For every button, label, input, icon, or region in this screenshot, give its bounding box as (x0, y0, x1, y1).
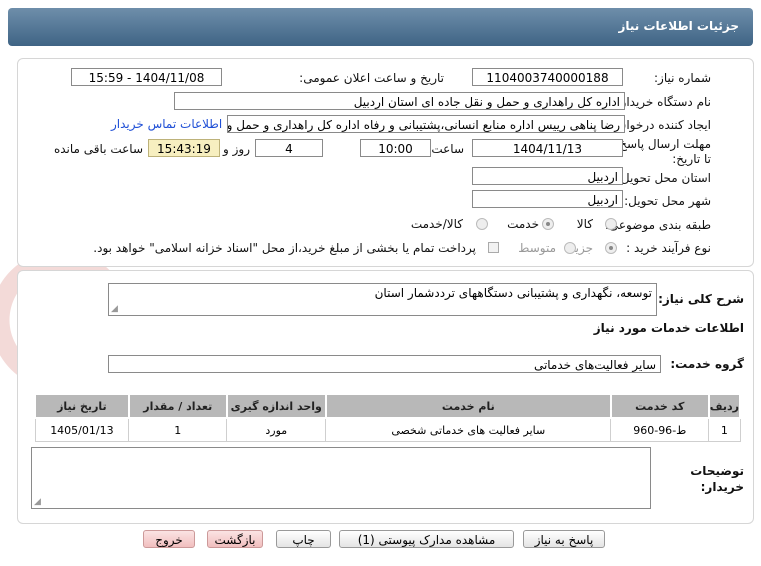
purchase-option-medium: متوسط (518, 241, 556, 255)
col-quantity: تعداد / مقدار (127, 393, 228, 419)
treasury-payment-note: پرداخت تمام یا بخشی از مبلغ خرید،از محل … (93, 241, 476, 255)
cell-need-date: 1405/01/13 (34, 417, 130, 442)
contact-buyer-link[interactable]: اطلاعات تماس خریدار (111, 117, 222, 131)
general-desc-label: شرح کلی نیاز: (658, 292, 744, 306)
general-desc-text: توسعه، نگهداری و پشتیبانی دستگاههای تردد… (374, 286, 652, 300)
service-info-heading: اطلاعات خدمات مورد نیاز (593, 321, 744, 335)
deadline-date-field: 1404/11/13 (472, 139, 623, 157)
purchase-radio-medium[interactable] (564, 242, 576, 254)
requester-field: رضا پناهی رییس اداره منابع انسانی،پشتیبا… (227, 115, 625, 133)
exit-button[interactable]: خروج (143, 530, 195, 548)
cell-service-code: ط-96-960 (610, 417, 710, 442)
buyer-notes-field[interactable]: ◢ (31, 447, 651, 509)
view-attachments-button[interactable]: مشاهده مدارک پیوستی (1) (339, 530, 514, 548)
time-label: ساعت (431, 142, 464, 156)
cell-row-number: 1 (708, 417, 741, 442)
category-option-goods: کالا (576, 217, 593, 231)
need-number-field: 1104003740000188 (472, 68, 623, 86)
category-option-service: خدمت (507, 217, 539, 231)
table-row: 1 ط-96-960 سایر فعالیت های خدماتی شخصی م… (34, 417, 741, 442)
cell-unit: مورد (226, 417, 327, 442)
col-need-date: تاریخ نیاز (34, 393, 130, 419)
purchase-radio-minor[interactable] (605, 242, 617, 254)
treasury-payment-checkbox[interactable] (488, 242, 499, 253)
announce-datetime-field: 1404/11/08 - 15:59 (71, 68, 222, 86)
delivery-city-label: شهر محل تحویل: (624, 194, 711, 208)
page-title: جزئیات اطلاعات نیاز (618, 19, 739, 33)
back-button[interactable]: بازگشت (207, 530, 263, 548)
remaining-days-field: 4 (255, 139, 323, 157)
cell-service-name: سایر فعالیت های خدماتی شخصی (325, 417, 612, 442)
col-unit: واحد اندازه گیری (225, 393, 327, 419)
page-header: جزئیات اطلاعات نیاز (8, 8, 753, 46)
category-radio-goods-service[interactable] (476, 218, 488, 230)
category-label: طبقه بندی موضوعی: (604, 218, 711, 232)
category-radio-goods[interactable] (605, 218, 617, 230)
buyer-org-field: اداره کل راهداری و حمل و نقل جاده ای است… (174, 92, 625, 110)
resize-grip-icon: ◢ (34, 497, 41, 507)
category-radio-service[interactable] (542, 218, 554, 230)
remaining-time-field: 15:43:19 (148, 139, 220, 157)
col-service-code: کد خدمت (609, 393, 710, 419)
category-option-goods-service: کالا/خدمت (410, 217, 463, 231)
print-button[interactable]: چاپ (276, 530, 331, 548)
announce-datetime-label: تاریخ و ساعت اعلان عمومی: (299, 71, 444, 85)
service-table: ردیف کد خدمت نام خدمت واحد اندازه گیری ت… (34, 393, 742, 442)
need-number-label: شماره نیاز: (654, 71, 711, 85)
delivery-province-field: اردبیل (472, 167, 623, 185)
service-group-field: سایر فعالیت‌های خدماتی (108, 355, 661, 373)
reply-button[interactable]: پاسخ به نیاز (523, 530, 605, 548)
table-header-row: ردیف کد خدمت نام خدمت واحد اندازه گیری ت… (34, 393, 742, 419)
delivery-province-label: استان محل تحویل: (616, 171, 711, 185)
delivery-city-field: اردبیل (472, 190, 623, 208)
service-group-label: گروه خدمت: (670, 357, 744, 371)
deadline-label: مهلت ارسال پاسخ: تا تاریخ: (615, 137, 711, 166)
days-label: روز و (223, 142, 250, 156)
buyer-org-label: نام دستگاه خریدار: (616, 95, 712, 109)
purchase-type-label: نوع فرآیند خرید : (626, 241, 711, 255)
cell-quantity: 1 (128, 417, 228, 442)
remaining-label: ساعت باقی مانده (53, 142, 143, 156)
col-service-name: نام خدمت (324, 393, 612, 419)
deadline-time-field: 10:00 (360, 139, 431, 157)
buyer-notes-label: توضیحات خریدار: (690, 464, 744, 494)
general-desc-field: توسعه، نگهداری و پشتیبانی دستگاههای تردد… (108, 283, 657, 316)
col-row-number: ردیف (707, 393, 742, 419)
resize-grip-icon: ◢ (111, 304, 118, 314)
